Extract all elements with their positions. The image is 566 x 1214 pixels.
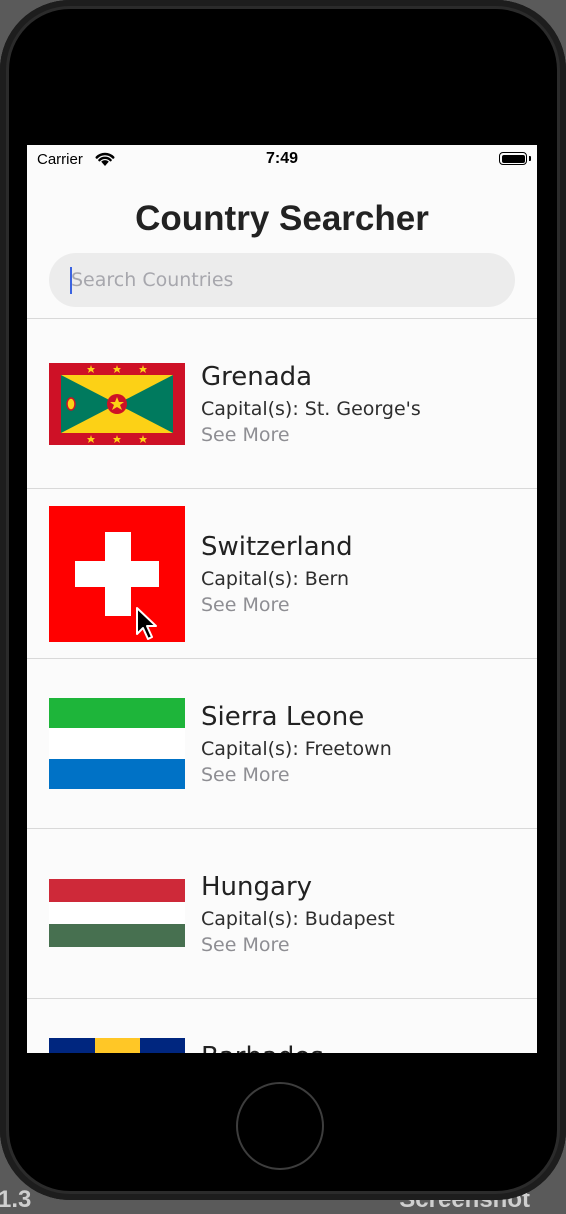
country-row-barbados[interactable]: Barbados: [27, 999, 537, 1053]
battery-tip: [529, 156, 531, 161]
page-title: Country Searcher: [135, 199, 429, 238]
country-name: Grenada: [201, 362, 313, 392]
search-input[interactable]: [71, 253, 491, 307]
see-more-link[interactable]: See More: [201, 424, 290, 446]
see-more-link[interactable]: See More: [201, 594, 290, 616]
see-more-link[interactable]: See More: [201, 934, 290, 956]
country-capital: Capital(s): Freetown: [201, 738, 392, 760]
country-capital: Capital(s): Budapest: [201, 908, 395, 930]
country-name: Hungary: [201, 872, 313, 902]
country-name: Barbados: [201, 1042, 324, 1053]
country-row-switzerland[interactable]: Switzerland Capital(s): Bern See More: [27, 489, 537, 659]
country-capital: Capital(s): Bern: [201, 568, 350, 590]
sierra-leone-flag-icon: [49, 698, 185, 789]
barbados-flag-icon: [49, 1038, 185, 1053]
status-time: 7:49: [265, 150, 299, 167]
search-bar[interactable]: [49, 253, 515, 307]
mouse-pointer-icon: [136, 607, 157, 640]
home-button[interactable]: [236, 1082, 324, 1170]
country-name: Sierra Leone: [201, 702, 365, 732]
switzerland-flag-icon: [49, 506, 185, 642]
status-bar: Carrier 7:49: [27, 145, 537, 175]
phone-frame: Carrier 7:49 Country Searcher Search Cou…: [0, 0, 566, 1200]
battery-icon: [499, 152, 527, 165]
country-capital: Capital(s): St. George's: [201, 398, 421, 420]
hungary-flag-icon: [49, 879, 185, 947]
country-name: Switzerland: [201, 532, 353, 562]
background-label-left: 1.3: [0, 1186, 32, 1213]
country-row-sierra-leone[interactable]: Sierra Leone Capital(s): Freetown See Mo…: [27, 659, 537, 829]
country-row-grenada[interactable]: Grenada Capital(s): St. George's See Mor…: [27, 319, 537, 489]
grenada-flag-icon: [49, 363, 185, 445]
country-list[interactable]: Grenada Capital(s): St. George's See Mor…: [27, 319, 537, 1053]
app-screen: Carrier 7:49 Country Searcher Search Cou…: [27, 145, 537, 1053]
country-row-hungary[interactable]: Hungary Capital(s): Budapest See More: [27, 829, 537, 999]
see-more-link[interactable]: See More: [201, 764, 290, 786]
